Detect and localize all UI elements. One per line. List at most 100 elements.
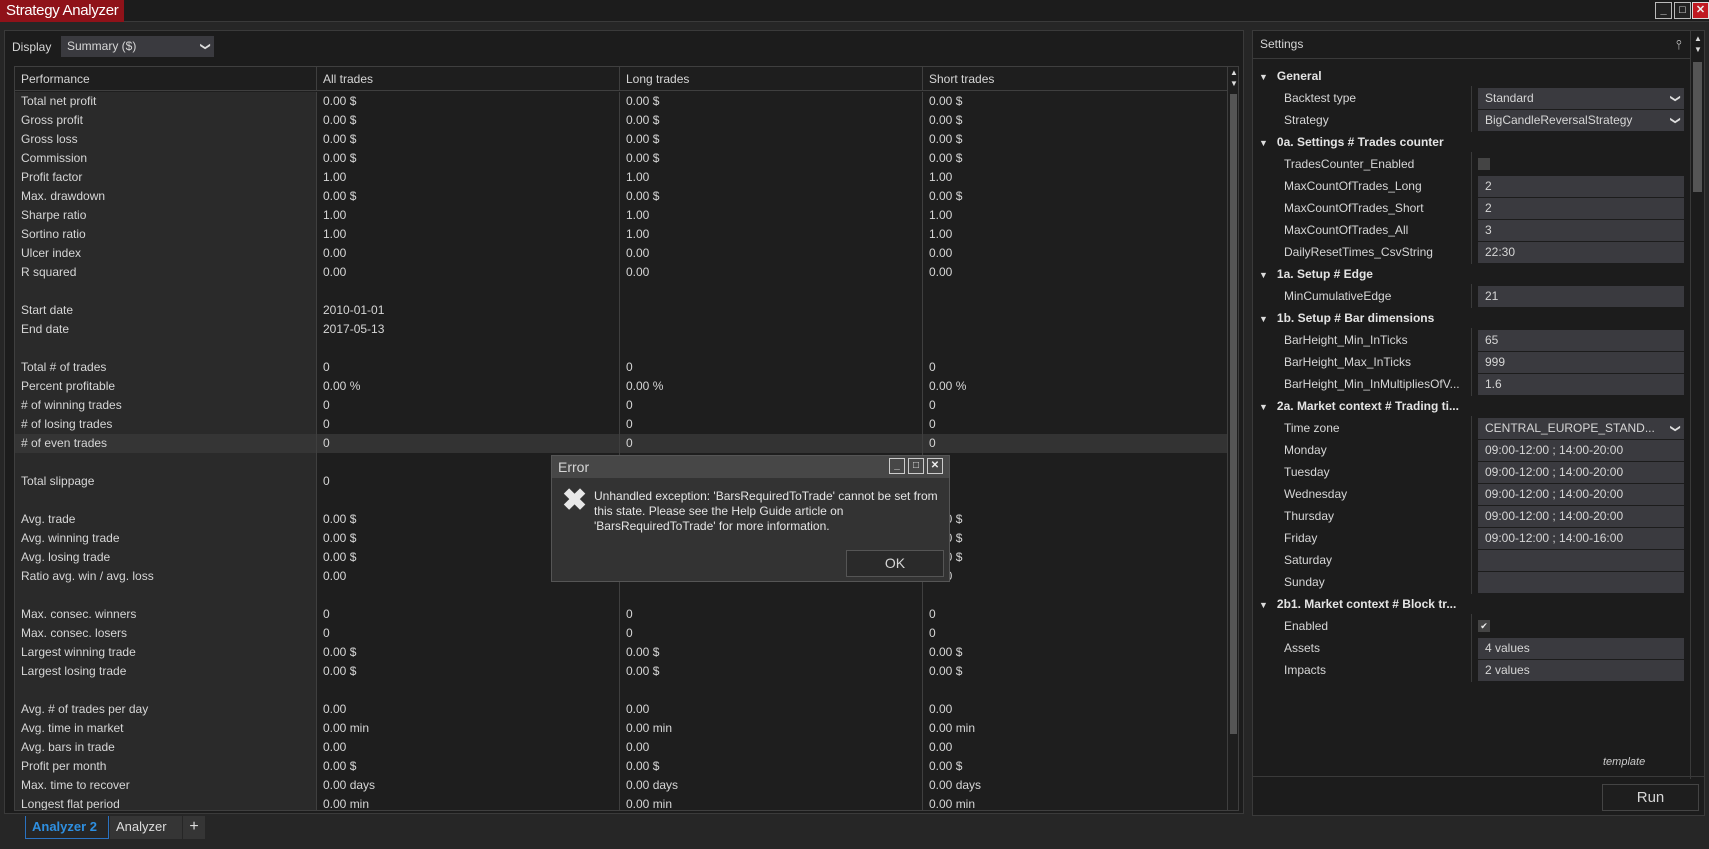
maximize-button[interactable]: □	[1674, 2, 1691, 19]
property-input[interactable]: 65	[1478, 330, 1684, 351]
metric-value: 0.00 $	[929, 664, 963, 678]
collapse-triangle-icon[interactable]: ▼	[1259, 72, 1268, 82]
title-bar: Strategy Analyzer _ □ ✕	[0, 0, 1709, 22]
table-row[interactable]: Gross loss 0.00 $0.00 $0.00 $	[15, 130, 1227, 149]
table-row[interactable]: Largest losing trade 0.00 $0.00 $0.00 $	[15, 662, 1227, 681]
table-row[interactable]: Avg. bars in trade 0.00 0.00 0.00	[15, 738, 1227, 757]
scroll-thumb[interactable]	[1230, 94, 1237, 734]
metric-value: 0	[317, 624, 620, 643]
settings-scrollbar[interactable]: ▲ ▼	[1690, 31, 1704, 779]
table-row[interactable]: Longest flat period 0.00 min 0.00 min 0.00 …	[15, 795, 1227, 810]
table-row[interactable]: Commission 0.00 $0.00 $0.00 $	[15, 149, 1227, 168]
collapse-triangle-icon[interactable]: ▼	[1259, 270, 1268, 280]
scroll-down-icon[interactable]: ▼	[1228, 78, 1238, 90]
table-row[interactable]: Avg. time in market 0.00 min 0.00 min 0.00 …	[15, 719, 1227, 738]
table-row[interactable]: Percent profitable 0.00 % 0.00 % 0.00 %	[15, 377, 1227, 396]
table-row[interactable]: # of losing trades 0 0 0	[15, 415, 1227, 434]
table-row[interactable]: # of even trades 0 0 0	[15, 434, 1227, 453]
settings-group[interactable]: ▼ 2b1. Market context # Block tr...	[1259, 592, 1456, 616]
table-row[interactable]: Profit per month 0.00 $0.00 $0.00 $	[15, 757, 1227, 776]
collapse-triangle-icon[interactable]: ▼	[1259, 138, 1268, 148]
table-row[interactable]: Sortino ratio 1.00 1.00 1.00	[15, 225, 1227, 244]
settings-group[interactable]: ▼ 0a. Settings # Trades counter	[1259, 130, 1444, 154]
template-link[interactable]: template	[1603, 756, 1645, 768]
table-row[interactable]: Sharpe ratio 1.00 1.00 1.00	[15, 206, 1227, 225]
property-input[interactable]: 3	[1478, 220, 1684, 241]
property-select[interactable]: BigCandleReversalStrategy ❯	[1478, 110, 1684, 131]
collapse-triangle-icon[interactable]: ▼	[1259, 600, 1268, 610]
table-row[interactable]: # of winning trades 0 0 0	[15, 396, 1227, 415]
table-row[interactable]	[15, 339, 1227, 358]
property-input[interactable]: 09:00-12:00 ; 14:00-20:00	[1478, 506, 1684, 527]
column-header[interactable]: All trades	[317, 67, 620, 91]
table-row[interactable]: Start date 2010-01-01	[15, 301, 1227, 320]
vertical-scrollbar[interactable]: ▲ ▼	[1227, 67, 1238, 810]
metric-value: 2010-01-01	[317, 301, 620, 320]
table-row[interactable]: Max. consec. winners 0 0 0	[15, 605, 1227, 624]
column-header[interactable]: Performance	[15, 67, 317, 91]
metric-value: 0.00 $	[929, 531, 963, 545]
table-row[interactable]: Largest winning trade 0.00 $0.00 $0.00 $	[15, 643, 1227, 662]
column-header[interactable]: Long trades	[620, 67, 923, 91]
ok-button[interactable]: OK	[846, 550, 944, 577]
table-row[interactable]	[15, 586, 1227, 605]
property-checkbox[interactable]: ✔	[1478, 620, 1490, 632]
collapse-triangle-icon[interactable]: ▼	[1259, 402, 1268, 412]
settings-group[interactable]: ▼ 1b. Setup # Bar dimensions	[1259, 306, 1434, 330]
settings-group[interactable]: ▼ General	[1259, 64, 1322, 88]
display-select[interactable]: Summary ($) ❯	[61, 36, 214, 57]
table-row[interactable]: Total net profit 0.00 $0.00 $0.00 $	[15, 92, 1227, 111]
display-label: Display	[12, 40, 52, 54]
table-row[interactable]: Max. consec. losers 0 0 0	[15, 624, 1227, 643]
property-input[interactable]: 09:00-12:00 ; 14:00-20:00	[1478, 440, 1684, 461]
close-button[interactable]: ✕	[927, 458, 943, 474]
property-input[interactable]: 2	[1478, 176, 1684, 197]
table-row[interactable]: Profit factor 1.00 1.00 1.00	[15, 168, 1227, 187]
run-button[interactable]: Run	[1602, 784, 1699, 811]
scroll-down-icon[interactable]: ▼	[1692, 44, 1704, 56]
property-input[interactable]	[1478, 572, 1684, 593]
maximize-button[interactable]: □	[908, 458, 924, 474]
property-input[interactable]: 1.6	[1478, 374, 1684, 395]
property-input[interactable]	[1478, 550, 1684, 571]
tab-analyzer-2[interactable]: Analyzer 2	[25, 816, 109, 839]
table-row[interactable]: R squared 0.00 0.00 0.00	[15, 263, 1227, 282]
property-input[interactable]: 21	[1478, 286, 1684, 307]
table-row[interactable]: Max. drawdown 0.00 $0.00 $0.00 $	[15, 187, 1227, 206]
table-row[interactable]: Gross profit 0.00 $0.00 $0.00 $	[15, 111, 1227, 130]
table-row[interactable]: Avg. # of trades per day 0.00 0.00 0.00	[15, 700, 1227, 719]
property-input[interactable]: 2	[1478, 198, 1684, 219]
table-row[interactable]: Total # of trades 0 0 0	[15, 358, 1227, 377]
table-row[interactable]	[15, 282, 1227, 301]
collapse-triangle-icon[interactable]: ▼	[1259, 314, 1268, 324]
settings-group[interactable]: ▼ 1a. Setup # Edge	[1259, 262, 1373, 286]
tab-analyzer[interactable]: Analyzer	[110, 816, 182, 839]
minimize-button[interactable]: _	[1655, 2, 1672, 19]
close-button[interactable]: ✕	[1692, 2, 1709, 19]
property-input[interactable]: 22:30	[1478, 242, 1684, 263]
add-tab-button[interactable]: +	[183, 816, 205, 839]
minimize-button[interactable]: _	[889, 458, 905, 474]
property-input[interactable]: 09:00-12:00 ; 14:00-20:00	[1478, 462, 1684, 483]
property-input[interactable]: 09:00-12:00 ; 14:00-16:00	[1478, 528, 1684, 549]
table-row[interactable]: End date 2017-05-13	[15, 320, 1227, 339]
property-select[interactable]: CENTRAL_EUROPE_STAND... ❯	[1478, 418, 1684, 439]
settings-group[interactable]: ▼ 2a. Market context # Trading ti...	[1259, 394, 1459, 418]
property-input[interactable]: 4 values	[1478, 638, 1684, 659]
table-row[interactable]: Ulcer index 0.00 0.00 0.00	[15, 244, 1227, 263]
column-header[interactable]: Short trades	[923, 67, 1227, 91]
metric-value: 0.00	[317, 700, 620, 719]
metric-value: 1.00	[317, 225, 620, 244]
pin-icon[interactable]: ⫯	[1676, 31, 1682, 58]
property-input[interactable]: 2 values	[1478, 660, 1684, 681]
table-row[interactable]	[15, 681, 1227, 700]
property-checkbox[interactable]	[1478, 158, 1490, 170]
table-row[interactable]: Max. time to recover 0.00 days 0.00 days 0.…	[15, 776, 1227, 795]
property-input[interactable]: 09:00-12:00 ; 14:00-20:00	[1478, 484, 1684, 505]
metric-value: 0.00	[929, 740, 953, 754]
scroll-thumb[interactable]	[1693, 62, 1702, 192]
property-input[interactable]: 999	[1478, 352, 1684, 373]
metric-label: Sortino ratio	[15, 225, 317, 244]
property-label: MaxCountOfTrades_Short	[1284, 201, 1424, 215]
property-select[interactable]: Standard ❯	[1478, 88, 1684, 109]
